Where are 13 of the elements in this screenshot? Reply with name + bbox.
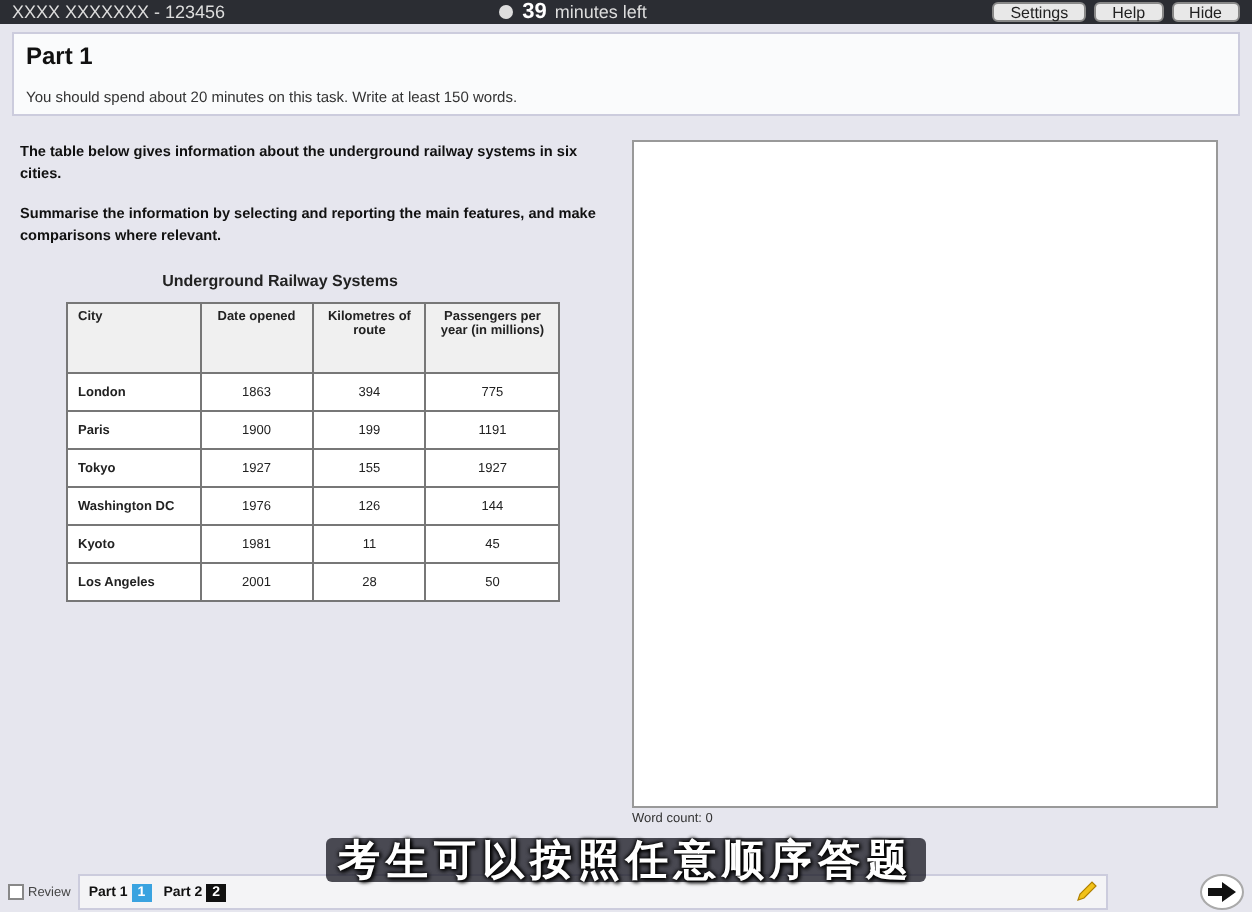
answer-field[interactable] [632, 140, 1218, 808]
next-button[interactable] [1200, 874, 1244, 910]
table-title: Underground Railway Systems [162, 272, 398, 290]
video-subtitle: 考生可以按照任意顺序答题 [326, 838, 926, 882]
time-value: 39 [522, 0, 547, 24]
toolbar-button[interactable]: Settings [992, 2, 1087, 22]
candidate-label: XXXX XXXXXXX - 123456 [12, 2, 228, 22]
part-title: Part 1 [26, 42, 95, 70]
arrow-right-icon [1208, 882, 1236, 902]
time-label: minutes left [554, 2, 647, 22]
toolbar-button[interactable]: Hide [1171, 2, 1240, 22]
pencil-icon[interactable] [1074, 880, 1099, 904]
toolbar-button[interactable]: Help [1094, 2, 1164, 22]
